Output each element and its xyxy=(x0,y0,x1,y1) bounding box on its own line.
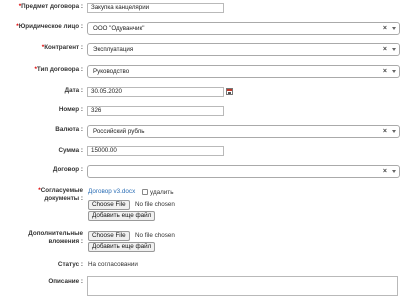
clear-icon[interactable]: × xyxy=(383,126,387,137)
choose-file-button[interactable]: Choose File xyxy=(88,200,130,210)
status-value: На согласовании xyxy=(88,261,138,268)
currency-label: Валюта : xyxy=(55,126,83,133)
approved-docs-label-line2: документы : xyxy=(44,195,83,202)
no-file-text-additional: No file chosen xyxy=(135,232,175,239)
contract-select[interactable]: × xyxy=(87,165,400,178)
chevron-down-icon[interactable] xyxy=(392,130,396,133)
clear-icon[interactable]: × xyxy=(383,23,387,34)
contract-type-select[interactable]: Руководство × xyxy=(87,65,400,78)
no-file-text: No file chosen xyxy=(135,201,175,208)
legal-entity-select[interactable]: ООО "Одуванчик" × xyxy=(87,22,400,35)
additional-attachments-label-line2: вложения : xyxy=(48,238,83,245)
contract-label: Договор : xyxy=(52,166,83,173)
status-label: Статус : xyxy=(57,261,83,268)
additional-attachments-label: Дополнительные xyxy=(28,230,83,237)
description-textarea[interactable] xyxy=(87,276,398,296)
amount-input[interactable]: 15000.00 xyxy=(87,146,224,156)
subject-input[interactable]: Закупка канцелярии xyxy=(87,3,224,13)
approved-docs-label: *Согласуемые xyxy=(38,187,83,194)
add-more-file-button-additional[interactable]: Добавить еще файл xyxy=(88,242,156,252)
counterparty-label: *Контрагент : xyxy=(41,44,83,51)
delete-label: удалить xyxy=(150,189,174,196)
clear-icon[interactable]: × xyxy=(383,44,387,55)
chevron-down-icon[interactable] xyxy=(392,170,396,173)
clear-icon[interactable]: × xyxy=(383,66,387,77)
number-label: Номер : xyxy=(58,106,83,113)
calendar-icon[interactable] xyxy=(226,88,233,95)
legal-entity-label: *Юридическое лицо : xyxy=(16,23,83,30)
date-label: Дата : xyxy=(64,87,83,94)
clear-icon[interactable]: × xyxy=(383,166,387,177)
file-link[interactable]: Договор v3.docx xyxy=(88,188,135,196)
contract-type-label: *Тип договора : xyxy=(34,66,83,73)
number-input[interactable]: 326 xyxy=(87,106,224,116)
add-more-file-button[interactable]: Добавить еще файл xyxy=(88,211,156,221)
chevron-down-icon[interactable] xyxy=(392,27,396,30)
counterparty-select[interactable]: Эксплуатация × xyxy=(87,43,400,56)
choose-file-button-additional[interactable]: Choose File xyxy=(88,231,130,241)
delete-checkbox[interactable] xyxy=(142,189,148,195)
currency-select[interactable]: Российский рубль × xyxy=(87,125,400,138)
subject-label: *Предмет договора : xyxy=(18,3,83,10)
description-label: Описание : xyxy=(48,278,83,285)
chevron-down-icon[interactable] xyxy=(392,48,396,51)
chevron-down-icon[interactable] xyxy=(392,70,396,73)
amount-label: Сумма : xyxy=(58,147,83,154)
date-input[interactable]: 30.05.2020 xyxy=(87,87,224,97)
